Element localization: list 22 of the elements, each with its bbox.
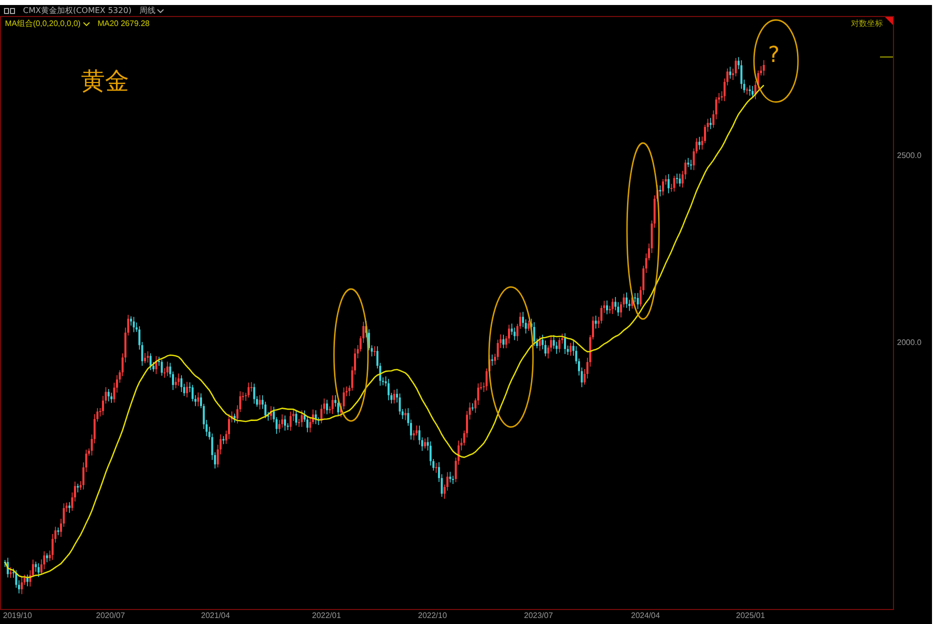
axis-label: 2022/01	[312, 611, 341, 620]
axis-label: 2021/04	[201, 611, 230, 620]
indicator-dropdown[interactable]: MA组合(0,0,20,0,0,0)	[5, 18, 90, 29]
axis-label: 2023/07	[524, 611, 553, 620]
caret-icon	[157, 8, 164, 12]
axis-label: 2022/10	[418, 611, 447, 620]
axis-label: 2020/07	[96, 611, 125, 620]
axis-label: 2019/10	[3, 611, 32, 620]
period-dropdown[interactable]: 周线	[139, 5, 164, 16]
axis-label: 2000.0	[897, 338, 922, 347]
scale-label[interactable]: 对数坐标	[851, 18, 883, 29]
question-mark: ?	[768, 43, 780, 68]
indicator-reading: MA20 2679.28	[98, 19, 150, 28]
instrument-name: CMX黄金加权(COMEX 5320)	[23, 5, 132, 16]
axis-label: 2024/04	[631, 611, 660, 620]
axis-label: 2500.0	[897, 151, 922, 160]
chart-title: 黄金	[81, 66, 129, 97]
axis-label: 2025/01	[736, 611, 765, 620]
price-marker	[880, 56, 893, 58]
corner-marker-icon	[885, 17, 893, 25]
window-icon	[4, 8, 15, 14]
caret-icon	[82, 22, 90, 26]
